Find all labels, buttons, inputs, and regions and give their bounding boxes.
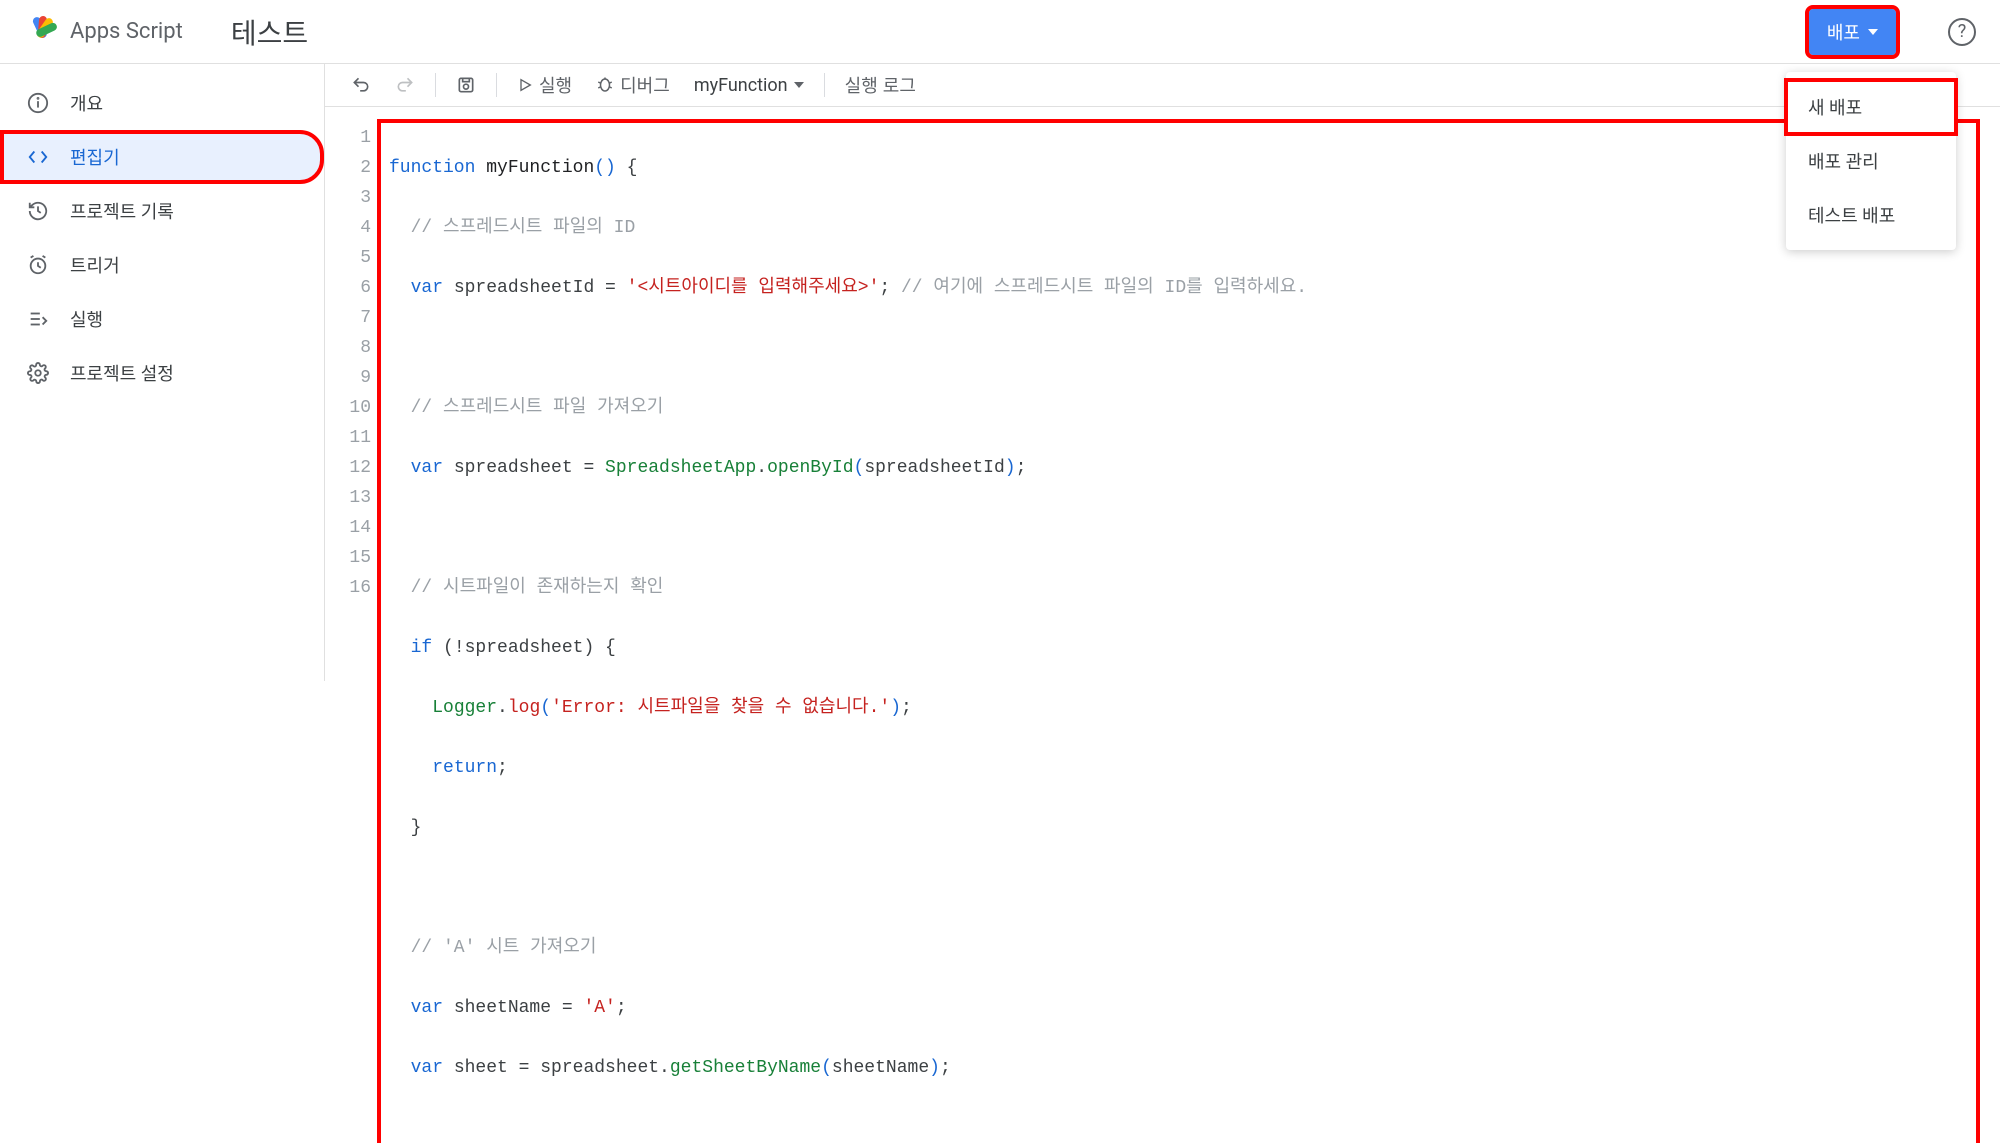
- line-number: 8: [337, 333, 371, 363]
- sidebar-item-overview[interactable]: 개요: [0, 76, 324, 130]
- main: 실행 디버그 myFunction 실행 로그 1 2 3 4 5 6: [324, 64, 2000, 681]
- undo-button[interactable]: [341, 67, 381, 103]
- line-number: 2: [337, 153, 371, 183]
- sidebar-item-label: 프로젝트 설정: [70, 360, 174, 386]
- logo-text: Apps Script: [70, 19, 183, 44]
- run-button[interactable]: 실행: [507, 64, 582, 106]
- redo-button[interactable]: [385, 67, 425, 103]
- line-number: 1: [337, 123, 371, 153]
- chevron-down-icon: [794, 82, 804, 88]
- exec-log-label: 실행 로그: [845, 72, 916, 98]
- save-button[interactable]: [446, 67, 486, 103]
- divider: [824, 73, 825, 97]
- execution-log-button[interactable]: 실행 로그: [835, 64, 926, 106]
- sidebar-item-label: 실행: [70, 306, 103, 332]
- line-number: 11: [337, 423, 371, 453]
- logo[interactable]: Apps Script: [24, 14, 183, 50]
- dropdown-item-new-deploy[interactable]: 새 배포: [1786, 80, 1956, 134]
- line-number: 12: [337, 453, 371, 483]
- line-number: 15: [337, 543, 371, 573]
- list-icon: [26, 307, 50, 331]
- sidebar-item-editor[interactable]: 편집기: [0, 130, 324, 184]
- sidebar-item-label: 개요: [70, 90, 103, 116]
- dropdown-item-test-deploy[interactable]: 테스트 배포: [1786, 188, 1956, 242]
- sidebar-item-label: 편집기: [70, 144, 120, 170]
- alarm-icon: [26, 253, 50, 277]
- deploy-button-label: 배포: [1827, 19, 1860, 45]
- history-icon: [26, 199, 50, 223]
- line-number: 9: [337, 363, 371, 393]
- line-number: 10: [337, 393, 371, 423]
- line-number: 5: [337, 243, 371, 273]
- info-icon: [26, 91, 50, 115]
- deploy-button[interactable]: 배포: [1809, 9, 1896, 55]
- run-label: 실행: [539, 72, 572, 98]
- sidebar-item-settings[interactable]: 프로젝트 설정: [0, 346, 324, 400]
- function-name: myFunction: [694, 75, 788, 96]
- gear-icon: [26, 361, 50, 385]
- function-selector[interactable]: myFunction: [684, 67, 814, 104]
- line-number: 16: [337, 573, 371, 603]
- apps-script-logo-icon: [24, 14, 60, 50]
- toolbar: 실행 디버그 myFunction 실행 로그: [325, 64, 2000, 107]
- sidebar-item-label: 프로젝트 기록: [70, 198, 174, 224]
- line-number: 3: [337, 183, 371, 213]
- divider: [496, 73, 497, 97]
- help-icon[interactable]: ?: [1948, 18, 1976, 46]
- code-icon: [26, 145, 50, 169]
- deploy-dropdown: 새 배포 배포 관리 테스트 배포: [1786, 72, 1956, 250]
- header: Apps Script 테스트 배포 ?: [0, 0, 2000, 64]
- line-number: 7: [337, 303, 371, 333]
- sidebar-item-executions[interactable]: 실행: [0, 292, 324, 346]
- sidebar-item-label: 트리거: [70, 252, 120, 278]
- sidebar-item-triggers[interactable]: 트리거: [0, 238, 324, 292]
- code-content[interactable]: function myFunction() { // 스프레드시트 파일의 ID…: [381, 123, 1976, 1143]
- line-number: 4: [337, 213, 371, 243]
- chevron-down-icon: [1868, 29, 1878, 35]
- line-number: 6: [337, 273, 371, 303]
- sidebar-item-history[interactable]: 프로젝트 기록: [0, 184, 324, 238]
- debug-button[interactable]: 디버그: [586, 64, 680, 106]
- divider: [435, 73, 436, 97]
- dropdown-item-manage-deploy[interactable]: 배포 관리: [1786, 134, 1956, 188]
- line-number: 13: [337, 483, 371, 513]
- sidebar: 개요 편집기 프로젝트 기록 트리거 실행 프로젝트 설정: [0, 64, 324, 681]
- editor[interactable]: 1 2 3 4 5 6 7 8 9 10 11 12 13 14 15 16 f…: [325, 107, 2000, 1143]
- body: 개요 편집기 프로젝트 기록 트리거 실행 프로젝트 설정: [0, 64, 2000, 681]
- line-gutter: 1 2 3 4 5 6 7 8 9 10 11 12 13 14 15 16: [337, 123, 381, 1143]
- line-number: 14: [337, 513, 371, 543]
- debug-label: 디버그: [620, 72, 670, 98]
- project-title[interactable]: 테스트: [231, 12, 308, 52]
